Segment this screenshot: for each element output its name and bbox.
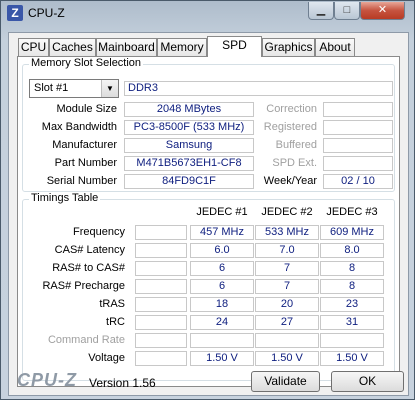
timing-row-label: tRAS xyxy=(99,298,125,310)
timing-cell: 8.0 xyxy=(320,243,384,258)
registered-label: Registered xyxy=(263,121,317,133)
timing-row-label: RAS# to CAS# xyxy=(52,262,125,274)
timing-blank-cell xyxy=(135,243,187,258)
timing-cell xyxy=(255,333,319,348)
timing-row-label: tRC xyxy=(106,316,125,328)
tab-about[interactable]: About xyxy=(315,38,355,56)
memory-slot-group: Memory Slot Selection Slot #1 ▼ DDR3 Mod… xyxy=(22,57,395,192)
max-bandwidth-label: Max Bandwidth xyxy=(41,121,117,133)
timing-cell: 6.0 xyxy=(190,243,254,258)
close-button[interactable]: ✕ xyxy=(360,2,405,20)
timing-cell: 457 MHz xyxy=(190,225,254,240)
tab-cpu[interactable]: CPU xyxy=(18,38,49,56)
tab-memory[interactable]: Memory xyxy=(157,38,207,56)
timing-blank-cell xyxy=(135,315,187,330)
part-number-label: Part Number xyxy=(54,157,117,169)
ok-button[interactable]: OK xyxy=(331,371,404,392)
chevron-down-icon[interactable]: ▼ xyxy=(101,80,118,97)
timing-row-label: RAS# Precharge xyxy=(42,280,125,292)
timing-cell: 8 xyxy=(320,261,384,276)
timing-row-label: Voltage xyxy=(88,352,125,364)
registered-value xyxy=(323,120,393,135)
timing-row-label: CAS# Latency xyxy=(54,244,125,256)
max-bandwidth-value: PC3-8500F (533 MHz) xyxy=(124,120,254,135)
module-size-value: 2048 MBytes xyxy=(124,102,254,117)
tab-mainboard[interactable]: Mainboard xyxy=(96,38,157,56)
spd-panel: Memory Slot Selection Slot #1 ▼ DDR3 Mod… xyxy=(17,56,400,387)
timing-cell: 6 xyxy=(190,279,254,294)
timing-row-label: Frequency xyxy=(73,226,125,238)
version-text: Version 1.56 xyxy=(89,376,156,390)
spd-ext-label: SPD Ext. xyxy=(272,157,317,169)
timing-blank-cell xyxy=(135,225,187,240)
manufacturer-label: Manufacturer xyxy=(52,139,117,151)
module-size-label: Module Size xyxy=(56,103,117,115)
manufacturer-value: Samsung xyxy=(124,138,254,153)
timing-cell: 8 xyxy=(320,279,384,294)
timing-cell: 31 xyxy=(320,315,384,330)
buffered-label: Buffered xyxy=(275,139,317,151)
timing-cell: 7.0 xyxy=(255,243,319,258)
part-number-value: M471B5673EH1-CF8 xyxy=(124,156,254,171)
timings-group-title: Timings Table xyxy=(29,192,101,204)
timing-cell: 1.50 V xyxy=(190,351,254,366)
maximize-button[interactable]: □ xyxy=(334,2,360,20)
timing-blank-cell xyxy=(135,333,187,348)
cpuz-window: Z CPU-Z ▁ □ ✕ CPU Caches Mainboard Memor… xyxy=(0,0,415,400)
week-year-label: Week/Year xyxy=(263,175,317,187)
column-header: JEDEC #3 xyxy=(326,206,378,218)
timing-blank-cell xyxy=(135,297,187,312)
serial-number-label: Serial Number xyxy=(46,175,117,187)
timing-cell xyxy=(190,333,254,348)
timing-cell: 24 xyxy=(190,315,254,330)
week-year-value: 02 / 10 xyxy=(323,174,393,189)
timing-cell xyxy=(320,333,384,348)
timing-blank-cell xyxy=(135,261,187,276)
correction-label: Correction xyxy=(266,103,317,115)
validate-button[interactable]: Validate xyxy=(251,371,320,392)
buffered-value xyxy=(323,138,393,153)
correction-value xyxy=(323,102,393,117)
timing-cell: 1.50 V xyxy=(320,351,384,366)
cpuz-app-icon: Z xyxy=(7,5,23,21)
column-header: JEDEC #2 xyxy=(261,206,313,218)
serial-number-value: 84FD9C1F xyxy=(124,174,254,189)
timing-cell: 27 xyxy=(255,315,319,330)
timing-blank-cell xyxy=(135,279,187,294)
cpuz-logo: CPU-Z xyxy=(17,370,77,390)
timing-cell: 7 xyxy=(255,279,319,294)
client-area: CPU Caches Mainboard Memory SPD Graphics… xyxy=(8,32,409,396)
timing-cell: 609 MHz xyxy=(320,225,384,240)
slot-select[interactable]: Slot #1 ▼ xyxy=(29,79,119,98)
timing-cell: 23 xyxy=(320,297,384,312)
timing-cell: 533 MHz xyxy=(255,225,319,240)
window-title: CPU-Z xyxy=(28,6,65,20)
timing-cell: 18 xyxy=(190,297,254,312)
timing-cell: 20 xyxy=(255,297,319,312)
timings-group: Timings Table JEDEC #1 JEDEC #2 JEDEC #3… xyxy=(22,192,395,381)
timing-blank-cell xyxy=(135,351,187,366)
tab-spd[interactable]: SPD xyxy=(207,36,262,57)
spd-ext-value xyxy=(323,156,393,171)
tab-graphics[interactable]: Graphics xyxy=(262,38,315,56)
title-bar[interactable]: Z CPU-Z ▁ □ ✕ xyxy=(1,1,414,25)
timing-cell: 1.50 V xyxy=(255,351,319,366)
timing-cell: 6 xyxy=(190,261,254,276)
memory-slot-group-title: Memory Slot Selection xyxy=(29,57,144,69)
slot-select-value: Slot #1 xyxy=(34,82,69,94)
timing-row-label: Command Rate xyxy=(47,334,125,346)
minimize-button[interactable]: ▁ xyxy=(308,2,334,20)
column-header: JEDEC #1 xyxy=(196,206,248,218)
tab-caches[interactable]: Caches xyxy=(49,38,96,56)
timing-cell: 7 xyxy=(255,261,319,276)
memory-type-field: DDR3 xyxy=(124,81,393,96)
